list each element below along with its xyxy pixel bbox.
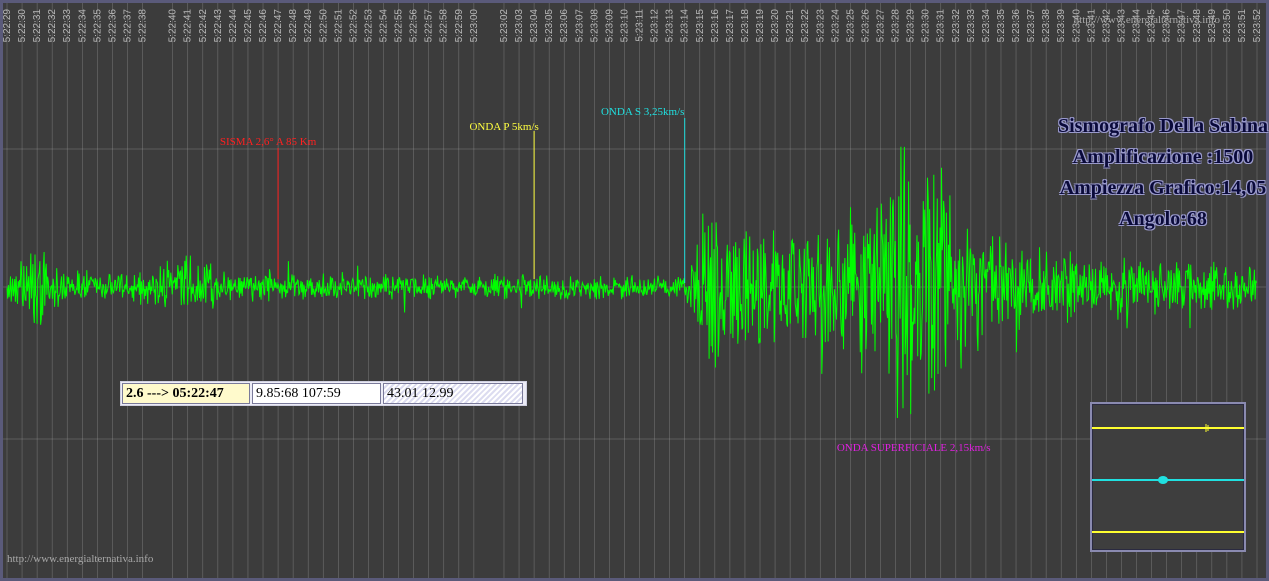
seismograph-window: 5:22:29 5:22:30 5:22:31 5:22:32 5:22:33 5:22:…: [0, 0, 1269, 581]
time-tick-label: 5:23:07: [574, 9, 585, 43]
time-tick-label: 5:23:20: [770, 9, 781, 43]
event-coordinates: 9.85:68 107:59: [252, 383, 381, 404]
time-tick-label: 5:23:52: [1252, 9, 1263, 43]
phase-marker-label: ONDA S 3,25km/s: [601, 106, 684, 118]
time-tick-label: 5:23:02: [499, 9, 510, 43]
time-tick-label: 5:22:37: [122, 9, 133, 43]
time-tick-label: 5:22:58: [439, 9, 450, 43]
time-tick-label: 5:23:13: [665, 9, 676, 43]
seismograph-title-block: Sismografo Della Sabina Amplificazione :…: [1043, 111, 1269, 235]
seismogram-chart: 5:22:29 5:22:30 5:22:31 5:22:32 5:22:33 5:22:…: [3, 3, 1266, 578]
time-tick-label: 5:22:45: [243, 9, 254, 43]
time-tick-label: 5:23:00: [469, 9, 480, 43]
time-tick-label: 5:23:03: [514, 9, 525, 43]
time-tick-label: 5:23:37: [1026, 9, 1037, 43]
time-tick-label: 5:22:41: [183, 9, 194, 43]
time-tick-label: 5:22:47: [273, 9, 284, 43]
time-tick-label: 5:22:44: [228, 9, 239, 43]
time-tick-label: 5:23:18: [740, 9, 751, 43]
time-tick-label: 5:22:43: [213, 9, 224, 43]
time-tick-label: 5:22:31: [32, 9, 43, 43]
mini-event-blob: [1158, 476, 1168, 484]
watermark-bottom: http://www.energialternativa.info: [7, 553, 154, 565]
time-tick-label: 5:23:16: [710, 9, 721, 43]
time-tick-label: 5:23:35: [996, 9, 1007, 43]
time-tick-label: 5:23:32: [951, 9, 962, 43]
time-tick-label: 5:23:34: [981, 9, 992, 43]
time-tick-label: 5:22:53: [363, 9, 374, 43]
time-tick-label: 5:23:06: [559, 9, 570, 43]
time-tick-label: 5:22:29: [3, 9, 13, 43]
time-tick-label: 5:23:09: [604, 9, 615, 43]
time-tick-label: 5:23:19: [755, 9, 766, 43]
event-magnitude-time: 2.6 ---> 05:22:47: [122, 383, 250, 404]
time-tick-label: 5:22:33: [62, 9, 73, 43]
time-tick-label: 5:22:30: [17, 9, 28, 43]
time-tick-label: 5:22:38: [138, 9, 149, 43]
phase-marker-label: ONDA P 5km/s: [469, 121, 538, 133]
time-tick-label: 5:23:17: [725, 9, 736, 43]
time-tick-label: 5:23:08: [589, 9, 600, 43]
time-tick-label: 5:23:33: [966, 9, 977, 43]
time-tick-label: 5:23:30: [921, 9, 932, 43]
time-tick-label: 5:22:57: [424, 9, 435, 43]
time-tick-label: 5:22:55: [394, 9, 405, 43]
time-tick-label: 5:22:32: [47, 9, 58, 43]
time-tick-label: 5:22:50: [318, 9, 329, 43]
time-tick-label: 5:22:48: [288, 9, 299, 43]
angle-label: Angolo:68: [1119, 208, 1207, 230]
time-tick-label: 5:23:21: [785, 9, 796, 43]
time-tick-label: 5:23:22: [800, 9, 811, 43]
time-tick-label: 5:22:42: [198, 9, 209, 43]
time-tick-label: 5:23:36: [1011, 9, 1022, 43]
station-title: Sismografo Della Sabina: [1057, 115, 1269, 137]
time-tick-label: 5:22:35: [92, 9, 103, 43]
time-tick-label: 5:23:15: [695, 9, 706, 43]
time-tick-label: 5:23:27: [875, 9, 886, 43]
time-tick-label: 5:23:26: [860, 9, 871, 43]
time-tick-label: 5:23:23: [815, 9, 826, 43]
time-tick-label: 5:22:36: [107, 9, 118, 43]
time-tick-label: 5:22:52: [348, 9, 359, 43]
mini-seismograph-panel: [1090, 402, 1246, 552]
time-tick-label: 5:23:51: [1237, 9, 1248, 43]
graph-amplitude-label: Ampiezza Grafico:14,05: [1059, 177, 1267, 199]
time-tick-label: 5:22:40: [168, 9, 179, 43]
time-tick-label: 5:23:25: [845, 9, 856, 43]
time-tick-label: 5:23:04: [529, 9, 540, 43]
time-tick-label: 5:22:34: [77, 9, 88, 43]
time-tick-label: 5:23:29: [906, 9, 917, 43]
time-tick-label: 5:23:50: [1222, 9, 1233, 43]
time-tick-label: 5:23:31: [936, 9, 947, 43]
time-tick-label: 5:23:24: [830, 9, 841, 43]
time-tick-label: 5:22:49: [303, 9, 314, 43]
event-info-box: 2.6 ---> 05:22:47 9.85:68 107:59 43.01 1…: [120, 381, 527, 406]
time-tick-label: 5:22:54: [379, 9, 390, 43]
time-tick-label: 5:23:11: [635, 9, 646, 42]
time-tick-label: 5:23:10: [619, 9, 630, 43]
watermark-top: http://www.energialternativa.info: [1074, 14, 1221, 26]
phase-marker-label: ONDA SUPERFICIALE 2,15km/s: [837, 442, 991, 454]
phase-marker-label: SISMA 2,6° A 85 Km: [220, 136, 317, 148]
event-location: 43.01 12.99: [383, 383, 523, 404]
time-tick-label: 5:23:14: [680, 9, 691, 43]
time-tick-label: 5:22:56: [409, 9, 420, 43]
time-tick-label: 5:22:59: [454, 9, 465, 43]
time-tick-label: 5:22:51: [333, 9, 344, 43]
time-tick-label: 5:23:05: [544, 9, 555, 43]
amplification-label: Amplificazione :1500: [1072, 146, 1254, 168]
time-tick-label: 5:22:46: [258, 9, 269, 43]
time-tick-label: 5:23:39: [1056, 9, 1067, 43]
time-tick-label: 5:23:28: [891, 9, 902, 43]
mini-channels: [1092, 424, 1244, 533]
time-tick-label: 5:23:38: [1041, 9, 1052, 43]
time-tick-label: 5:23:12: [650, 9, 661, 43]
